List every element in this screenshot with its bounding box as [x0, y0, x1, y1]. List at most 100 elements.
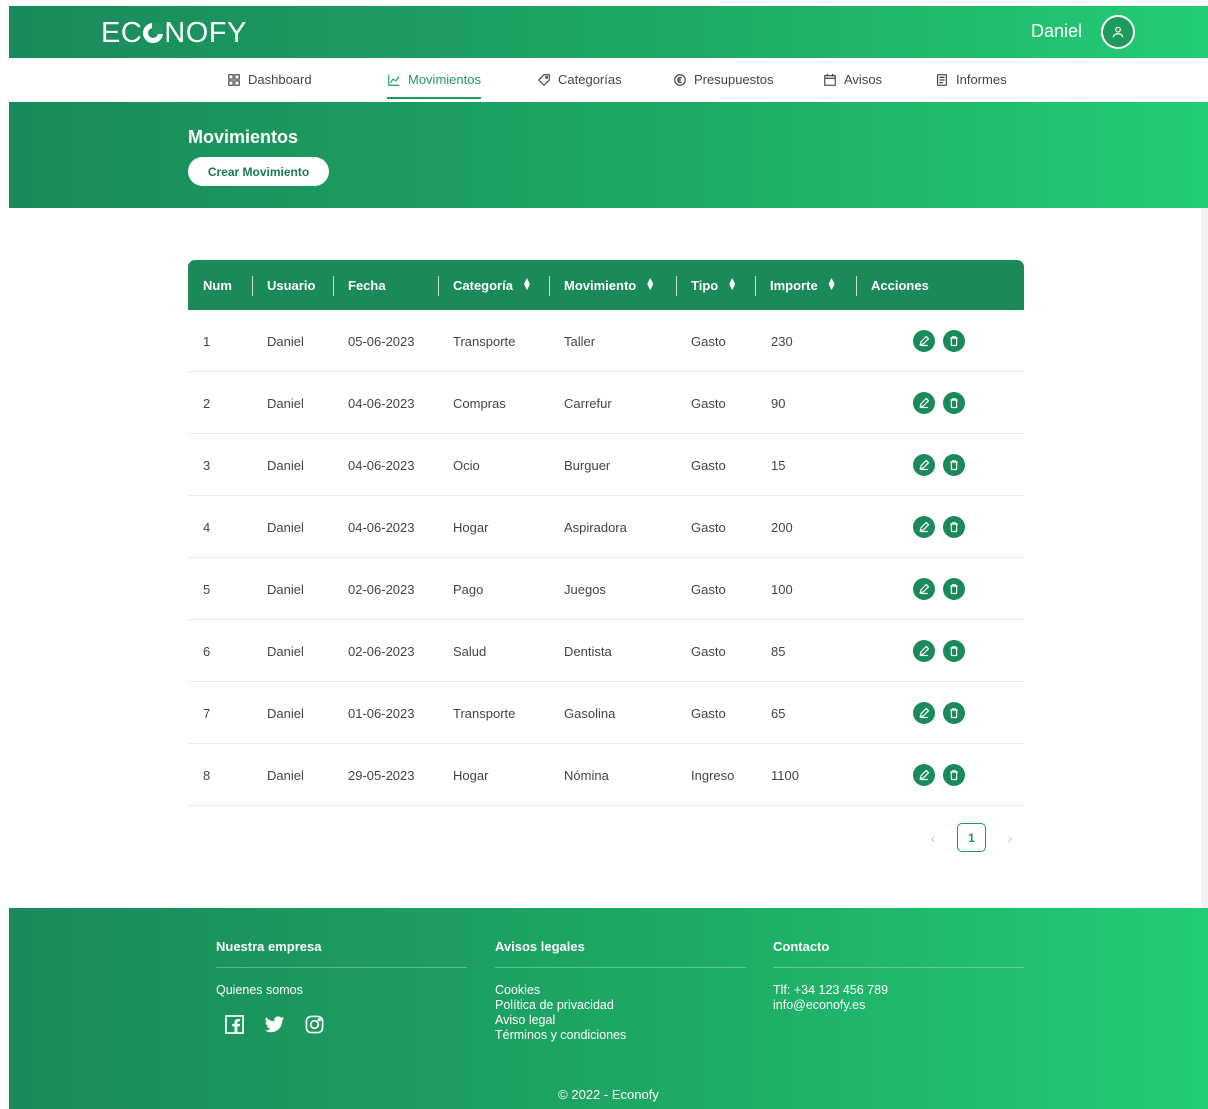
column-header-num: Num [203, 260, 232, 310]
euro-icon [674, 73, 686, 86]
econofy-logo[interactable]: EC NOFY [101, 18, 247, 48]
copyright: © 2022 - Econofy [558, 1087, 659, 1102]
nav-dashboard[interactable]: Dashboard [227, 72, 312, 87]
column-label: Movimiento [564, 277, 637, 293]
footer-link-privacidad[interactable]: Política de privacidad [495, 998, 746, 1013]
cell-num: 3 [203, 457, 211, 473]
column-label: Categoría [453, 277, 513, 293]
cell-usuario: Daniel [267, 767, 304, 783]
top-header: EC NOFY Daniel [9, 6, 1208, 58]
footer-contact-column: Contacto Tlf: +34 123 456 789 info@econo… [773, 939, 1024, 1013]
nav-avisos[interactable]: Avisos [823, 72, 882, 87]
tag-icon [537, 73, 550, 86]
delete-button[interactable] [943, 764, 965, 786]
edit-icon [919, 397, 930, 409]
footer-link-terminos[interactable]: Términos y condiciones [495, 1028, 746, 1043]
cell-num: 8 [203, 767, 211, 783]
cell-importe: 100 [771, 581, 793, 597]
contact-phone: Tlf: +34 123 456 789 [773, 983, 889, 997]
nav-categorias[interactable]: Categorías [537, 72, 622, 87]
main-nav: Dashboard Movimientos Categorías Presupu… [9, 58, 1208, 102]
column-divider [333, 276, 334, 296]
cell-fecha: 04-06-2023 [348, 395, 415, 411]
movements-table: Num Usuario Fecha Categoría ▲ ▼ Movimiento… [188, 260, 1024, 806]
delete-button[interactable] [943, 702, 965, 724]
delete-button[interactable] [943, 578, 965, 600]
cell-movimiento: Gasolina [564, 705, 616, 721]
create-movement-button[interactable]: Crear Movimiento [188, 157, 329, 186]
nav-label: Movimientos [408, 72, 481, 87]
column-divider [856, 276, 857, 296]
row-actions [913, 620, 965, 682]
column-header-movimiento[interactable]: Movimiento ▲ ▼ [549, 260, 655, 310]
delete-button[interactable] [943, 330, 965, 352]
cell-categoria: Ocio [453, 457, 480, 473]
column-label: Num [203, 277, 232, 293]
column-header-categoria[interactable]: Categoría ▲ ▼ [438, 260, 532, 310]
nav-informes[interactable]: Informes [935, 72, 1007, 87]
page-button-current[interactable]: 1 [957, 823, 986, 852]
edit-icon [919, 645, 930, 657]
cell-usuario: Daniel [267, 395, 304, 411]
column-header-importe[interactable]: Importe ▲ ▼ [755, 260, 837, 310]
sort-icon[interactable]: ▲ ▼ [727, 277, 737, 293]
delete-button[interactable] [943, 392, 965, 414]
facebook-icon[interactable] [224, 1014, 245, 1035]
edit-button[interactable] [913, 454, 935, 476]
cell-usuario: Daniel [267, 581, 304, 597]
cell-movimiento: Aspiradora [564, 519, 627, 535]
sort-icon[interactable]: ▲ ▼ [645, 277, 655, 293]
nav-presupuestos[interactable]: Presupuestos [673, 72, 774, 87]
delete-button[interactable] [943, 454, 965, 476]
chevron-right-icon[interactable]: › [1001, 830, 1019, 846]
delete-button[interactable] [943, 516, 965, 538]
table-row: 6 Daniel 02-06-2023 Salud Dentista Gasto… [188, 620, 1024, 682]
chevron-left-icon[interactable]: ‹ [924, 830, 942, 846]
cell-num: 5 [203, 581, 211, 597]
footer-link-cookies[interactable]: Cookies [495, 983, 746, 998]
nav-label: Dashboard [248, 72, 312, 87]
edit-button[interactable] [913, 516, 935, 538]
user-avatar-button[interactable] [1101, 15, 1135, 49]
edit-button[interactable] [913, 578, 935, 600]
page-scrollbar[interactable] [1201, 208, 1208, 908]
edit-button[interactable] [913, 764, 935, 786]
cell-movimiento: Taller [564, 333, 596, 349]
instagram-icon[interactable] [304, 1014, 325, 1035]
edit-button[interactable] [913, 640, 935, 662]
row-actions [913, 434, 965, 496]
edit-icon [919, 583, 930, 595]
edit-button[interactable] [913, 392, 935, 414]
contact-email[interactable]: info@econofy.es [773, 998, 1024, 1013]
column-header-usuario: Usuario [252, 260, 315, 310]
twitter-icon[interactable] [264, 1014, 285, 1035]
delete-button[interactable] [943, 640, 965, 662]
sort-icon[interactable]: ▲ ▼ [827, 277, 837, 293]
cell-num: 4 [203, 519, 211, 535]
footer-link-aviso-legal[interactable]: Aviso legal [495, 1013, 746, 1028]
sort-icon[interactable]: ▲ ▼ [522, 277, 532, 293]
cell-importe: 15 [771, 457, 786, 473]
column-header-tipo[interactable]: Tipo ▲ ▼ [676, 260, 737, 310]
edit-icon [919, 459, 930, 471]
column-divider [438, 276, 439, 296]
cell-num: 6 [203, 643, 211, 659]
column-divider [676, 276, 677, 296]
footer-link-quienes-somos[interactable]: Quienes somos [216, 983, 467, 998]
cell-fecha: 05-06-2023 [348, 333, 415, 349]
column-label: Fecha [348, 277, 386, 293]
cell-categoria: Pago [453, 581, 484, 597]
column-header-fecha: Fecha [333, 260, 386, 310]
cell-tipo: Gasto [691, 395, 726, 411]
nav-label: Presupuestos [694, 72, 774, 87]
logo-text-start: EC [101, 17, 143, 49]
trash-icon [950, 646, 958, 657]
pie-chart-logo-icon [143, 23, 164, 43]
cell-fecha: 01-06-2023 [348, 705, 415, 721]
edit-button[interactable] [913, 702, 935, 724]
social-links [224, 1014, 467, 1035]
page-title: Movimientos [188, 127, 299, 147]
nav-movimientos[interactable]: Movimientos [387, 72, 481, 99]
edit-button[interactable] [913, 330, 935, 352]
footer-heading: Nuestra empresa [216, 939, 467, 968]
